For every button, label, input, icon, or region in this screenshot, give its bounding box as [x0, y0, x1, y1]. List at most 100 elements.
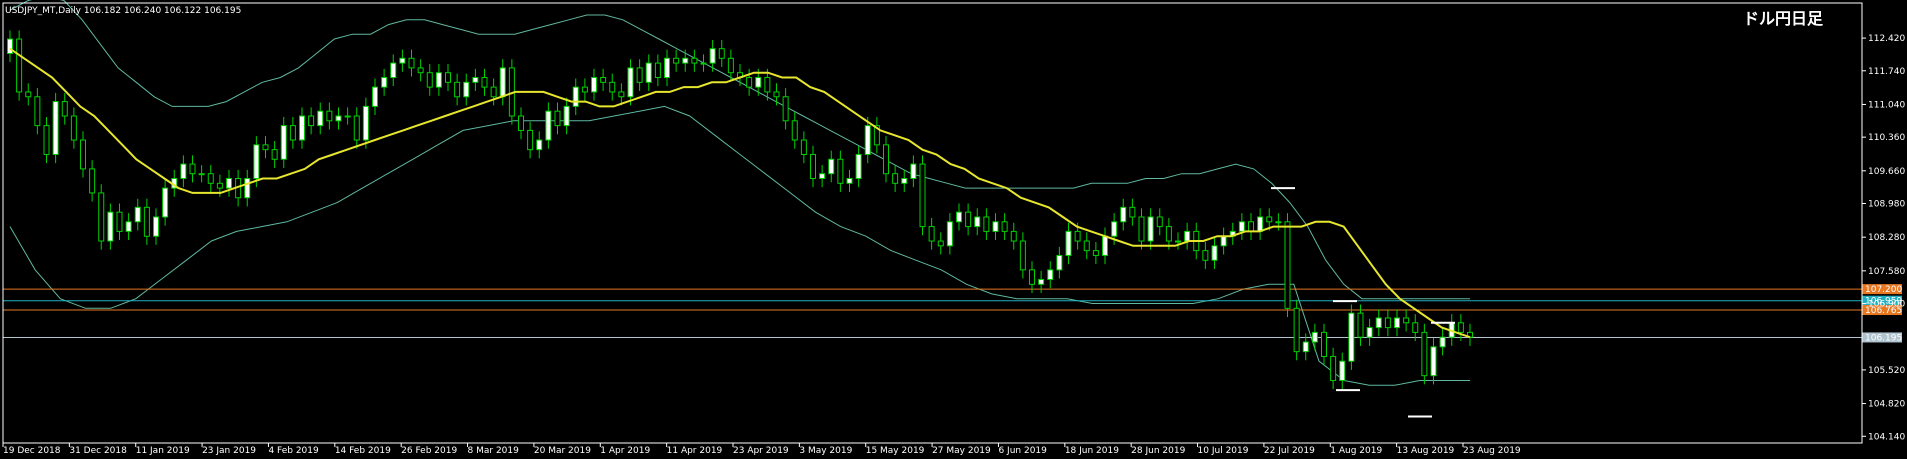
x-tick-label: 15 May 2019 — [866, 446, 925, 455]
candle-body — [1248, 221, 1254, 232]
candle-body — [910, 163, 917, 180]
candle-body — [1302, 341, 1309, 353]
candle-body — [1175, 240, 1181, 243]
candle-body — [1138, 216, 1145, 242]
x-tick-label: 19 Dec 2018 — [3, 446, 61, 455]
x-tick-label: 28 Jun 2019 — [1131, 446, 1185, 455]
y-tick-label: 104.820 — [1868, 400, 1905, 410]
x-tick-label: 14 Feb 2019 — [335, 446, 391, 455]
candle-body — [1384, 317, 1391, 329]
candle-body — [837, 158, 844, 184]
candle-body — [216, 182, 223, 189]
candle-body — [134, 206, 141, 223]
candle-body — [892, 173, 899, 184]
candle-body — [1083, 240, 1090, 252]
candle-body — [1065, 230, 1072, 256]
candle-body — [25, 91, 32, 98]
candle-body — [956, 211, 962, 223]
candle-body — [143, 206, 150, 237]
candle-body — [946, 221, 953, 247]
candle-body — [1330, 355, 1337, 381]
candle-body — [1412, 322, 1419, 333]
y-tick-label: 106.900 — [1868, 300, 1905, 310]
candle-body — [791, 120, 798, 141]
candle-body — [1184, 230, 1191, 242]
candle-body — [965, 211, 972, 228]
candle-body — [1220, 235, 1227, 247]
candle-body — [572, 86, 579, 107]
candle-body — [70, 115, 77, 141]
candle-body — [408, 57, 415, 69]
candle-body — [1348, 312, 1355, 362]
candle-body — [709, 48, 716, 64]
candle-body — [654, 62, 661, 79]
candle-body — [545, 110, 552, 141]
candle-body — [828, 158, 835, 175]
candle-body — [645, 62, 652, 83]
x-tick-label: 23 Aug 2019 — [1463, 446, 1521, 455]
x-tick-label: 20 Mar 2019 — [534, 446, 591, 455]
candle-body — [417, 67, 424, 74]
candle-body — [1357, 312, 1364, 338]
x-tick-label: 6 Jun 2019 — [998, 446, 1047, 455]
candle-body — [1439, 336, 1446, 348]
candle-body — [153, 216, 159, 237]
candle-body — [1275, 221, 1282, 224]
y-tick-label: 110.360 — [1868, 133, 1905, 143]
level-price-label: 106.195 — [1865, 333, 1902, 343]
candle-body — [591, 77, 597, 93]
y-tick-label: 107.580 — [1868, 267, 1905, 277]
candle-body — [1321, 331, 1327, 357]
candle-body — [125, 221, 132, 232]
y-tick-label: 109.660 — [1868, 167, 1905, 177]
y-tick-label: 108.280 — [1868, 233, 1905, 243]
candle-body — [819, 173, 826, 180]
candle-body — [773, 91, 780, 98]
candle-body — [180, 163, 187, 180]
candle-body — [536, 139, 543, 151]
candle-body — [1165, 226, 1172, 242]
candle-body — [609, 81, 616, 93]
candle-body — [1120, 206, 1127, 223]
level-price-label: 107.200 — [1865, 285, 1902, 295]
candle-body — [1403, 317, 1410, 324]
candle-body — [764, 77, 771, 93]
candle-body — [1311, 331, 1318, 343]
candle-body — [901, 178, 908, 184]
x-tick-label: 10 Jul 2019 — [1198, 446, 1249, 455]
candle-body — [727, 57, 734, 74]
candle-body — [618, 91, 625, 98]
candle-body — [937, 240, 944, 247]
candle-body — [1394, 317, 1400, 329]
chart-root: 107.200 106.959 106.765 106.195 112.420 111.… — [0, 0, 1907, 456]
candle-body — [34, 96, 41, 127]
candle-body — [974, 216, 981, 228]
candle-body — [1457, 322, 1464, 333]
candle-body — [80, 139, 86, 170]
candle-body — [1366, 327, 1373, 338]
candle-body — [1019, 240, 1026, 271]
candle-body — [718, 48, 725, 59]
candle-body — [7, 38, 13, 54]
candle-body — [1001, 221, 1008, 232]
candle-body — [472, 77, 479, 83]
candle-body — [344, 115, 351, 118]
candle-body — [289, 125, 296, 141]
candle-body — [1421, 331, 1428, 377]
candle-body — [353, 115, 360, 141]
price-chart: 107.200106.959106.765106.195 112.420111.… — [0, 0, 1907, 456]
x-tick-label: 8 Mar 2019 — [468, 446, 520, 455]
y-tick-label: 105.520 — [1868, 366, 1905, 376]
x-tick-label: 23 Jan 2019 — [202, 446, 256, 455]
x-tick-label: 1 Apr 2019 — [600, 446, 650, 455]
candle-body — [116, 211, 123, 232]
candle-body — [1129, 206, 1136, 218]
candle-body — [1202, 250, 1209, 261]
y-tick-label: 108.980 — [1868, 200, 1905, 210]
candle-body — [1211, 245, 1218, 261]
candle-body — [919, 163, 926, 228]
candle-body — [1284, 221, 1291, 309]
candle-body — [1056, 254, 1063, 271]
candle-body — [463, 81, 470, 98]
candle-body — [271, 149, 278, 160]
